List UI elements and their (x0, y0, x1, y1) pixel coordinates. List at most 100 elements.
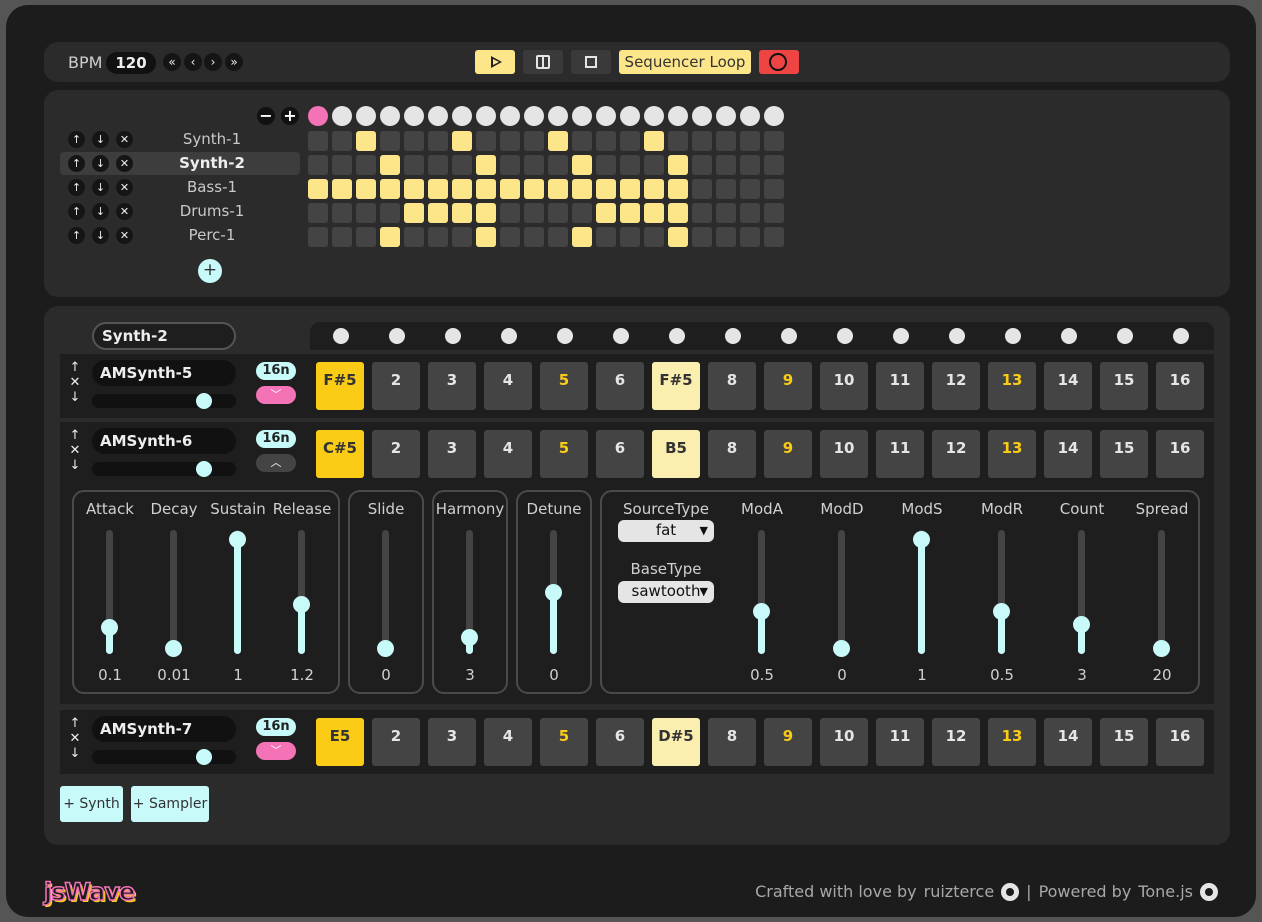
sequence-cell[interactable] (644, 227, 664, 247)
bpm-input[interactable]: 120 (106, 52, 156, 74)
modd-slider[interactable] (833, 530, 850, 657)
sequence-cell[interactable] (740, 179, 760, 199)
sequence-cell[interactable] (356, 131, 376, 151)
sequence-cell[interactable] (356, 155, 376, 175)
step-cell[interactable]: 11 (876, 718, 924, 766)
sequence-cell[interactable] (476, 179, 496, 199)
move-up-icon[interactable]: ↑ (69, 360, 81, 375)
sequence-name-input[interactable]: Synth-2 (92, 322, 236, 350)
sequence-cell[interactable] (476, 131, 496, 151)
collapse-button[interactable]: ︿ (256, 454, 296, 472)
sequence-cell[interactable] (572, 179, 592, 199)
sequence-cell[interactable] (548, 203, 568, 223)
volume-slider-thumb[interactable] (196, 393, 212, 409)
sequence-cell[interactable] (428, 179, 448, 199)
add-sampler-button[interactable]: + Sampler (131, 786, 209, 822)
sequence-cell[interactable] (308, 227, 328, 247)
rewind-button[interactable]: ‹ (184, 53, 202, 71)
sequence-cell[interactable] (716, 203, 736, 223)
step-cell[interactable]: 2 (372, 362, 420, 410)
step-cell[interactable]: 3 (428, 362, 476, 410)
step-cell[interactable]: 2 (372, 430, 420, 478)
step-cell[interactable]: 15 (1100, 718, 1148, 766)
play-button[interactable] (475, 50, 515, 74)
sequence-cell[interactable] (620, 203, 640, 223)
release-slider[interactable] (293, 530, 310, 654)
track-row[interactable]: ↑ ↓ ✕ Perc-1 (60, 224, 300, 247)
sequence-cell[interactable] (764, 179, 784, 199)
step-cell[interactable]: 4 (484, 718, 532, 766)
move-up-icon[interactable]: ↑ (69, 716, 81, 731)
sequence-cell[interactable] (764, 155, 784, 175)
sequence-cell[interactable] (380, 155, 400, 175)
remove-icon[interactable]: ✕ (69, 731, 81, 746)
sequence-cell[interactable] (668, 131, 688, 151)
sequence-cell[interactable] (644, 203, 664, 223)
step-cell[interactable]: F#5 (652, 362, 700, 410)
step-cell[interactable]: 15 (1100, 430, 1148, 478)
step-cell[interactable]: D#5 (652, 718, 700, 766)
sequence-cell[interactable] (644, 155, 664, 175)
sequence-cell[interactable] (500, 203, 520, 223)
harmony-slider-thumb[interactable] (461, 629, 478, 646)
sequence-cell[interactable] (332, 131, 352, 151)
sequence-cell[interactable] (572, 203, 592, 223)
step-cell[interactable]: 5 (540, 718, 588, 766)
step-cell[interactable]: 9 (764, 718, 812, 766)
moda-slider[interactable] (753, 530, 770, 654)
step-cell[interactable]: 10 (820, 718, 868, 766)
synth-name-input[interactable]: AMSynth-7 (92, 716, 236, 742)
sequence-cell[interactable] (524, 227, 544, 247)
step-cell[interactable]: 2 (372, 718, 420, 766)
sequence-cell[interactable] (380, 203, 400, 223)
step-cell[interactable]: 13 (988, 362, 1036, 410)
sequence-cell[interactable] (740, 155, 760, 175)
detune-slider-thumb[interactable] (545, 584, 562, 601)
sequence-cell[interactable] (572, 227, 592, 247)
note-length-badge[interactable]: 16n (256, 718, 296, 736)
track-row[interactable]: ↑ ↓ ✕ Drums-1 (60, 200, 300, 223)
step-cell[interactable]: 16 (1156, 718, 1204, 766)
sequence-cell[interactable] (476, 203, 496, 223)
sequence-cell[interactable] (620, 155, 640, 175)
record-button[interactable] (759, 50, 799, 74)
add-track-button[interactable]: + (198, 259, 222, 283)
move-down-button[interactable]: ↓ (92, 179, 109, 196)
step-cell[interactable]: 9 (764, 430, 812, 478)
sequence-cell[interactable] (452, 227, 472, 247)
github-icon[interactable] (1200, 882, 1218, 901)
sequence-cell[interactable] (572, 155, 592, 175)
step-cell[interactable]: 16 (1156, 430, 1204, 478)
sequence-cell[interactable] (596, 155, 616, 175)
move-up-button[interactable]: ↑ (68, 155, 85, 172)
step-cell[interactable]: 14 (1044, 718, 1092, 766)
step-cell[interactable]: 6 (596, 430, 644, 478)
sustain-slider[interactable] (229, 530, 246, 654)
detune-slider[interactable] (545, 530, 562, 654)
sequence-cell[interactable] (644, 179, 664, 199)
sequence-cell[interactable] (500, 155, 520, 175)
sequence-cell[interactable] (692, 203, 712, 223)
sequence-cell[interactable] (332, 203, 352, 223)
volume-slider[interactable] (92, 393, 236, 409)
step-cell[interactable]: 14 (1044, 430, 1092, 478)
attack-slider[interactable] (101, 530, 118, 654)
sequence-cell[interactable] (452, 131, 472, 151)
stop-button[interactable] (571, 50, 611, 74)
step-cell[interactable]: 10 (820, 362, 868, 410)
sequence-cell[interactable] (716, 155, 736, 175)
pause-button[interactable] (523, 50, 563, 74)
sequence-cell[interactable] (476, 155, 496, 175)
sequence-cell[interactable] (524, 203, 544, 223)
sequence-cell[interactable] (452, 179, 472, 199)
sequence-cell[interactable] (380, 227, 400, 247)
sequence-cell[interactable] (332, 227, 352, 247)
sequence-cell[interactable] (452, 155, 472, 175)
move-down-icon[interactable]: ↓ (69, 458, 81, 473)
move-up-button[interactable]: ↑ (68, 203, 85, 220)
move-down-icon[interactable]: ↓ (69, 390, 81, 405)
sequence-cell[interactable] (740, 227, 760, 247)
step-cell[interactable]: 5 (540, 430, 588, 478)
note-length-badge[interactable]: 16n (256, 430, 296, 448)
step-cell[interactable]: 13 (988, 718, 1036, 766)
